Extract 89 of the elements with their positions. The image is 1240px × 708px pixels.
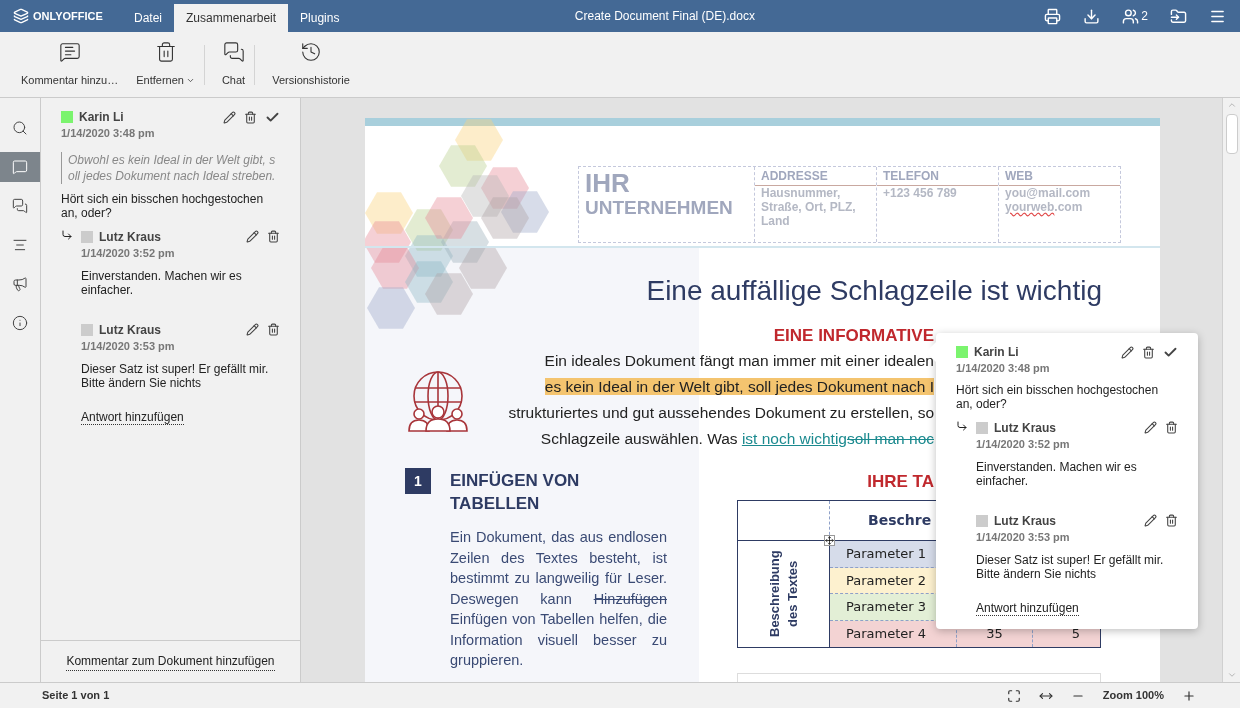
contact-line: Straße, Ort, PLZ, [761,200,857,214]
globe-people-icon [407,370,469,432]
edit-icon[interactable] [1144,514,1157,527]
zoom-level: Zoom 100% [1102,688,1164,704]
logo-text: ONLYOFFICE [33,8,103,24]
table-header-cell-text: Beschre [868,511,932,530]
reply-text: Dieser Satz ist super! Er gefällt mir. Bitte ändern Sie nichts [81,362,270,390]
contact-heading: WEB [999,167,1120,186]
comment-time: 1/14/2020 3:52 pm [81,246,176,260]
reply-text: Dieser Satz ist super! Er gefällt mir. Bitte ändern Sie nichts [976,553,1165,581]
body-text-line: Schlagzeile auswählen. Was ist noch wichtigsoll man noc [540,429,934,449]
toolbar-button[interactable]: Versionshistorie [263,36,359,93]
body-text-line: strukturiertes und gut aussehendes Dokument zu erstellen, so [508,403,934,423]
comment-time: 1/14/2020 3:48 pm [956,361,1051,375]
comment-icon[interactable] [0,152,40,182]
contact-line: Hausnummer, [761,186,842,200]
contact-line: Land [761,214,791,228]
comment-time: 1/14/2020 3:53 pm [976,530,1071,544]
menu-tab[interactable]: Datei [122,4,174,32]
contact-line: yourweb.com [1005,200,1084,214]
subheading: EINE INFORMATIVE [773,326,934,346]
edit-icon[interactable] [246,323,259,336]
add-comment-link[interactable]: Kommentar zum Dokument hinzufügen [66,652,275,671]
section-number-badge: 1 [405,468,431,494]
scroll-thumb[interactable] [1225,114,1238,154]
contact-heading: ADDRESSE [755,167,876,186]
logo-icon [13,8,29,24]
history-icon [300,40,322,63]
comment-author: Lutz Kraus [99,229,161,246]
fit-page-icon[interactable] [1006,688,1021,703]
menu-tab[interactable]: Zusammenarbeit [174,4,289,32]
move-handle-icon[interactable] [824,535,835,546]
comment-icon [58,40,81,63]
comment-author: Karin Li [974,344,1019,361]
contact-line: +123 456 789 [883,186,958,200]
quoted-text: Obwohl es kein Ideal in der Welt gibt, soll jedes Dokument nach Ideal streben. [61,152,280,184]
delete-icon[interactable] [1142,346,1155,359]
delete-icon[interactable] [1165,421,1178,434]
delete-icon[interactable] [244,111,257,124]
users-count: 2 [1141,8,1148,25]
menu-tab[interactable]: Plugins [288,4,352,32]
toolbar-button[interactable]: Kommentar hinzu… [12,36,128,93]
chat-icon [222,40,245,63]
headline: Eine auffällige Schlagzeile ist wichtig [646,274,1102,308]
delete-icon[interactable] [267,230,280,243]
comment-text: Hört sich ein bisschen hochgestochen an, oder? [956,383,1160,411]
scrollbar[interactable] [1222,98,1240,682]
document-title: Create Document Final (DE).docx [574,8,755,25]
section-heading: EINFÜGEN VON TABELLEN [450,470,581,515]
table-cell-text: 5 [1070,625,1081,643]
company-name: UNTERNEHMEN [585,197,734,219]
delete-icon[interactable] [267,323,280,336]
add-reply-link[interactable]: Antwort hinzufügen [976,601,1079,616]
reply-text: Einverstanden. Machen wir es einfacher. [976,460,1138,488]
edit-icon[interactable] [223,111,236,124]
comment-author: Lutz Kraus [99,322,161,339]
edit-icon[interactable] [1121,346,1134,359]
reply-arrow-icon [956,420,968,432]
comment-time: 1/14/2020 3:52 pm [976,437,1071,451]
delete-icon [154,40,177,63]
toolbar-button[interactable]: Entfernen [127,36,213,93]
contact-line: you@mail.com [1005,186,1092,200]
contact-heading: TELEFON [877,167,998,186]
edit-icon[interactable] [246,230,259,243]
edit-icon[interactable] [1144,421,1157,434]
resolve-icon[interactable] [265,110,280,125]
add-reply-link[interactable]: Antwort hinzufügen [81,410,184,425]
body-text-line: Ein ideales Dokument fängt man immer mit einer idealen [544,351,934,371]
comment-author: Karin Li [79,109,124,126]
zoom-in-icon[interactable] [1182,688,1196,703]
reply-arrow-icon [61,229,73,241]
users-icon[interactable] [1122,7,1140,25]
comment-time: 1/14/2020 3:53 pm [81,339,176,353]
comment-text: Hört sich ein bisschen hochgestochen an, oder? [61,192,265,220]
company-name: IHR [585,169,631,197]
toolbar-button[interactable]: Chat [212,36,264,93]
comment-author: Lutz Kraus [994,420,1056,437]
comment-author: Lutz Kraus [994,513,1056,530]
table-row-header: Beschreibung des Textes [765,549,801,640]
folder-icon[interactable] [1170,7,1187,25]
print-icon[interactable] [1044,7,1062,25]
comment-time: 1/14/2020 3:48 pm [61,126,156,140]
page-counter: Seite 1 von 1 [41,688,110,704]
download-icon[interactable] [1083,7,1101,25]
table-title: IHRE TA [867,472,934,492]
resolve-icon[interactable] [1163,345,1178,360]
delete-icon[interactable] [1165,514,1178,527]
section-paragraph: Ein Dokument, das aus endlosen Zeilen des Textes besteht, ist bestimmt zu langweilig für Leser. Deswegen kann Hinzufügen Einfügen von Tabellen helfen, die Information visuell besser zu gruppieren. [450,528,667,670]
reply-text: Einverstanden. Machen wir es einfacher. [81,269,243,297]
